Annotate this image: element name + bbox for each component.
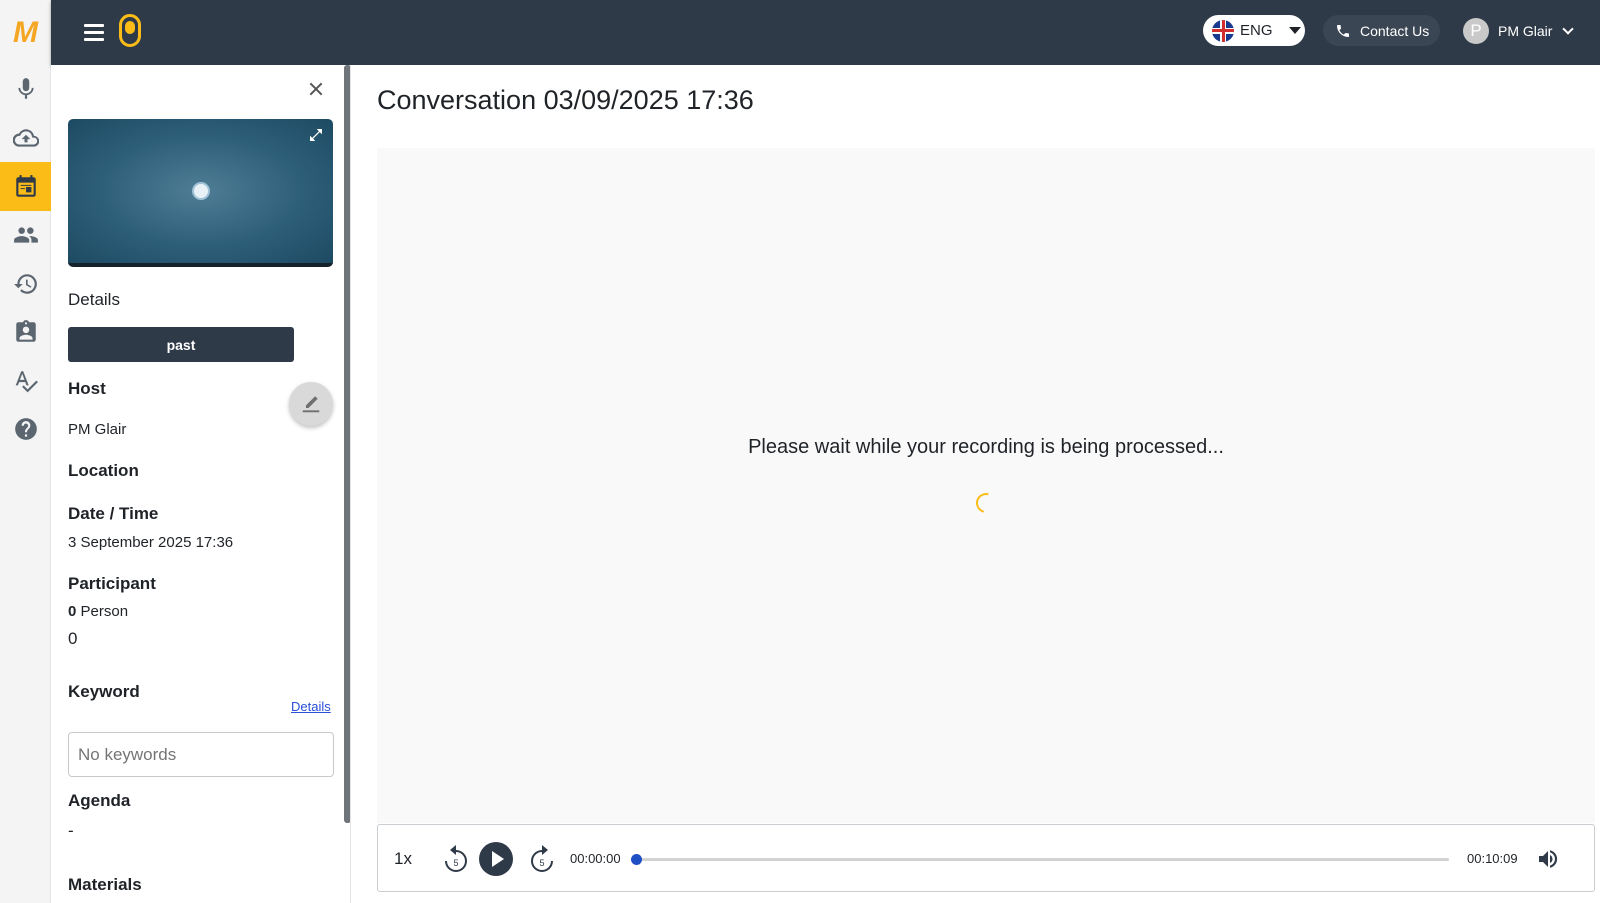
seek-bar[interactable]	[631, 854, 1449, 865]
loading-spinner-icon	[972, 489, 1000, 517]
contact-us-button[interactable]: Contact Us	[1323, 15, 1440, 46]
user-name: PM Glair	[1498, 22, 1553, 39]
uk-flag-icon	[1212, 19, 1234, 42]
duration: 00:10:09	[1467, 851, 1518, 866]
details-heading: Details	[68, 290, 120, 309]
participant-count-unit: Person	[80, 603, 129, 620]
keyword-details-link[interactable]: Details	[291, 699, 331, 714]
help-icon[interactable]	[0, 404, 51, 453]
expand-icon[interactable]	[308, 127, 324, 143]
agenda-label: Agenda	[68, 791, 131, 810]
keyword-label: Keyword	[68, 682, 140, 701]
host-label: Host	[68, 379, 106, 398]
keyword-input[interactable]	[68, 732, 334, 777]
rewind-seconds: 5	[453, 858, 458, 868]
spellcheck-icon[interactable]	[0, 356, 51, 405]
chevron-down-icon	[1562, 22, 1575, 35]
phone-icon	[1337, 24, 1349, 37]
volume-icon[interactable]	[1536, 847, 1560, 871]
forward-seconds: 5	[539, 858, 544, 868]
play-button[interactable]	[479, 842, 513, 876]
pencil-icon	[302, 396, 320, 413]
current-time: 00:00:00	[570, 851, 621, 866]
recorder-icon[interactable]	[119, 14, 141, 47]
status-badge: past	[68, 327, 294, 362]
details-panel: Details past Host PM Glair Location Date…	[51, 65, 351, 903]
app-logo[interactable]: M	[0, 0, 51, 65]
calendar-icon[interactable]	[0, 162, 51, 211]
cloud-upload-icon[interactable]	[0, 113, 51, 162]
user-menu[interactable]: P PM Glair	[1463, 15, 1575, 46]
top-bar: ENG Contact Us P PM Glair	[51, 0, 1600, 65]
menu-icon[interactable]	[84, 20, 110, 44]
people-icon[interactable]	[0, 210, 51, 259]
datetime-label: Date / Time	[68, 504, 159, 523]
contact-card-icon[interactable]	[0, 307, 51, 356]
forward-5-icon[interactable]: 5	[528, 844, 556, 874]
main-content: Conversation 03/09/2025 17:36 Please wai…	[351, 65, 1600, 903]
rewind-5-icon[interactable]: 5	[442, 844, 470, 874]
close-icon[interactable]	[306, 79, 326, 99]
caret-down-icon	[1288, 27, 1301, 34]
location-label: Location	[68, 461, 139, 480]
datetime-value: 3 September 2025 17:36	[68, 534, 234, 551]
language-selector[interactable]: ENG	[1203, 15, 1305, 46]
playback-speed-button[interactable]: 1x	[394, 849, 412, 869]
participant-count-number: 0	[68, 603, 77, 620]
participant-label: Participant	[68, 574, 156, 593]
panel-scrollbar[interactable]	[344, 65, 350, 823]
recording-stage: Please wait while your recording is bein…	[377, 148, 1595, 823]
language-label: ENG	[1240, 22, 1273, 39]
participant-value: 0	[68, 629, 78, 648]
host-value: PM Glair	[68, 421, 127, 438]
participant-count: 0 Person	[68, 603, 128, 620]
mic-icon[interactable]	[0, 64, 51, 113]
agenda-value: -	[68, 821, 74, 840]
materials-label: Materials	[68, 875, 142, 894]
page-title: Conversation 03/09/2025 17:36	[377, 85, 754, 115]
seek-knob[interactable]	[631, 854, 642, 865]
video-placeholder-icon	[192, 182, 210, 200]
edit-button[interactable]	[289, 382, 333, 426]
contact-us-label: Contact Us	[1360, 22, 1430, 39]
history-icon[interactable]	[0, 259, 51, 308]
video-preview[interactable]	[68, 119, 333, 267]
processing-message: Please wait while your recording is bein…	[748, 436, 1224, 458]
icon-rail: M	[0, 0, 51, 903]
avatar: P	[1463, 17, 1489, 44]
audio-player: 1x 5 5 00:00:00 00:10:09	[377, 824, 1595, 892]
